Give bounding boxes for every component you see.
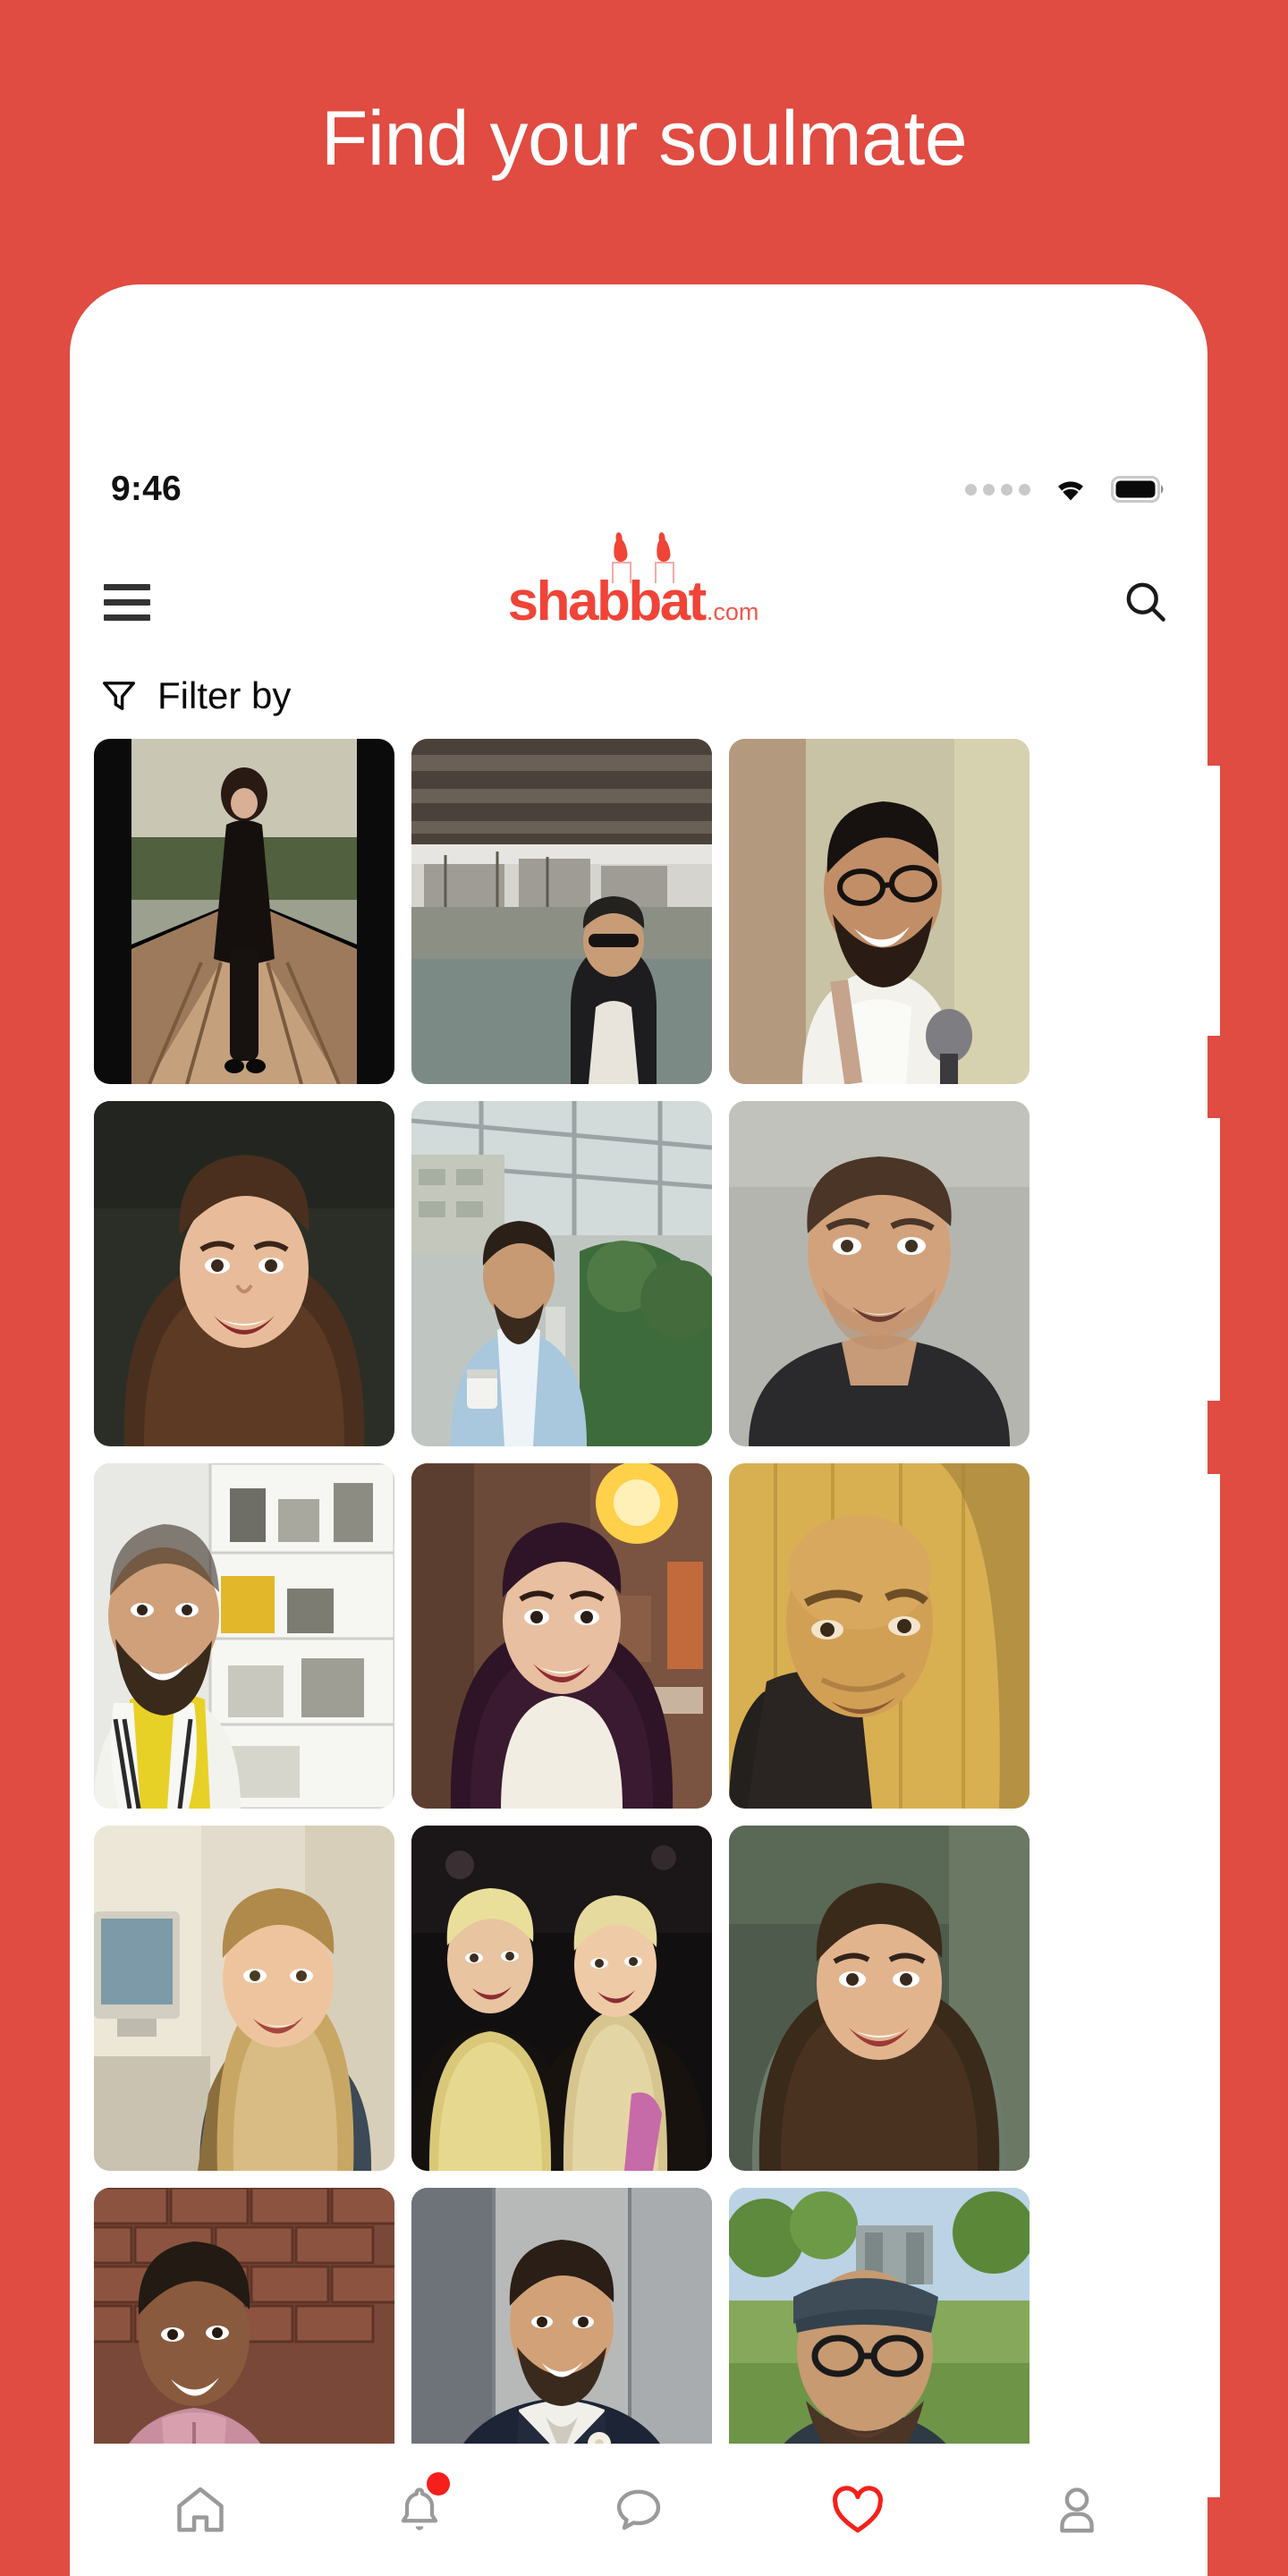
status-icon-group [965,474,1166,504]
nav-item-messages[interactable] [589,2460,689,2560]
filter-by-button[interactable]: Filter by [70,653,1208,739]
heart-icon [832,2486,883,2533]
bottom-navigation-bar [70,2444,1208,2576]
app-header: shabbat .com [70,538,1208,651]
logo-candle-body [612,562,631,583]
user-profile-icon [1059,2487,1094,2533]
home-icon [177,2487,225,2532]
profile-photo-tile[interactable] [411,1463,712,1809]
promo-background: Find your soulmate 9:46 shabbat .com Fil… [0,0,1288,2576]
search-icon[interactable] [1118,574,1174,630]
profile-photo-tile[interactable] [411,1101,712,1446]
page-edge-tab [1208,766,1220,1036]
profile-photo-tile[interactable] [729,1463,1030,1809]
page-edge-tab [1208,1118,1220,1401]
logo-candle-body [655,562,674,583]
profile-photo-tile[interactable] [94,739,394,1084]
phone-screen: 9:46 shabbat .com Filter by [70,284,1208,2576]
profile-photo-tile[interactable] [94,1101,394,1446]
profile-photo-tile[interactable] [94,1463,394,1809]
profile-photo-tile[interactable] [94,1826,394,2171]
page-edge-tab [1208,1474,1220,2497]
wifi-icon [1058,481,1083,501]
brand-wordmark: shabbat [507,571,708,632]
profile-photo-tile[interactable] [729,1826,1030,2171]
funnel-filter-icon [102,682,136,710]
profile-photo-tile[interactable] [729,1101,1030,1446]
status-bar: 9:46 [70,454,1208,524]
brand-logo[interactable]: shabbat .com [154,538,1113,632]
nav-item-profile[interactable] [1027,2460,1127,2560]
promo-headline: Find your soulmate [320,96,968,182]
brand-tld: .com [706,598,759,625]
logo-candle-flame [612,538,629,563]
profile-photo-tile[interactable] [411,739,712,1084]
profile-photo-tile[interactable] [729,739,1030,1084]
hamburger-menu-icon[interactable] [104,574,159,630]
nav-item-notifications[interactable] [369,2460,470,2560]
status-time: 9:46 [111,470,182,508]
filter-by-label: Filter by [157,674,292,716]
nav-item-likes[interactable] [808,2460,908,2560]
signal-dots-icon [965,483,1030,496]
profile-photo-grid [94,739,1208,2576]
battery-full-icon [1111,476,1164,503]
nav-item-home[interactable] [150,2460,250,2560]
profile-photo-tile[interactable] [411,1826,712,2171]
logo-candle-flame [655,538,672,563]
notification-badge [427,2472,451,2496]
chat-bubble-icon [616,2489,661,2530]
